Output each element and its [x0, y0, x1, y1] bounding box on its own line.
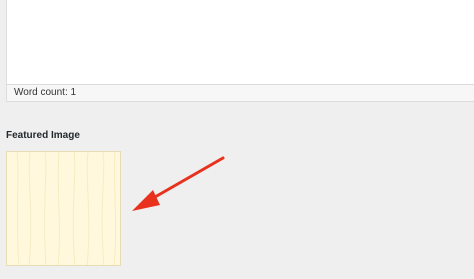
wood-texture-icon	[7, 152, 120, 265]
word-count: Word count: 1	[14, 87, 77, 98]
featured-image-thumbnail[interactable]	[6, 151, 121, 266]
editor-content-area[interactable]	[6, 0, 474, 84]
page: Word count: 1 Featured Image	[0, 0, 474, 279]
editor-status-bar: Word count: 1	[6, 84, 474, 102]
featured-image-heading: Featured Image	[6, 130, 80, 141]
